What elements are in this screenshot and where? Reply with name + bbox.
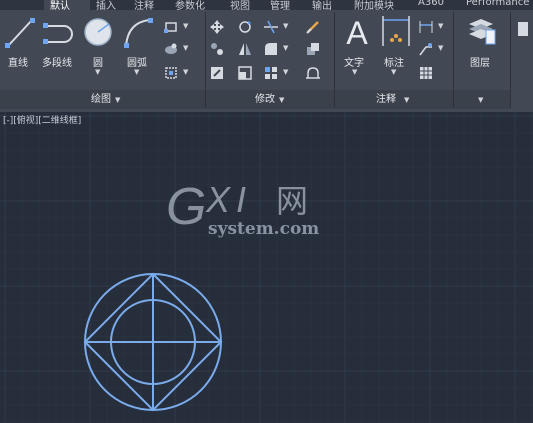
erase-icon[interactable] bbox=[306, 20, 320, 34]
hatch-dropdown-icon[interactable]: ▼ bbox=[183, 44, 188, 52]
dimension-icon[interactable] bbox=[380, 14, 412, 50]
panel-separator bbox=[334, 12, 335, 108]
tab-insert[interactable]: 插入 bbox=[96, 0, 116, 10]
array-icon[interactable] bbox=[264, 66, 278, 80]
tab-default[interactable]: 默认 bbox=[50, 0, 70, 10]
annotation-panel-title: 注释 bbox=[376, 94, 396, 105]
text-icon[interactable]: A bbox=[340, 14, 374, 50]
dimension-dropdown-icon[interactable]: ▼ bbox=[391, 68, 396, 76]
layer-properties-icon[interactable] bbox=[466, 16, 496, 48]
layers-panel-expand-icon[interactable]: ▼ bbox=[478, 96, 483, 104]
stretch-icon[interactable] bbox=[210, 66, 224, 80]
circle-icon[interactable] bbox=[82, 14, 114, 48]
trim-icon[interactable] bbox=[264, 20, 278, 34]
offset-icon[interactable] bbox=[306, 66, 320, 80]
tab-annotate[interactable]: 注释 bbox=[134, 0, 154, 10]
polyline-tool-label[interactable]: 多段线 bbox=[42, 54, 72, 69]
polyline-icon[interactable] bbox=[42, 18, 76, 50]
linear-dimension-dropdown-icon[interactable]: ▼ bbox=[438, 22, 443, 30]
array-dropdown-icon[interactable]: ▼ bbox=[283, 68, 288, 76]
panel-separator bbox=[453, 12, 454, 108]
rectangle-dropdown-icon[interactable]: ▼ bbox=[183, 22, 188, 30]
boundary-icon[interactable] bbox=[164, 66, 178, 80]
tab-view[interactable]: 视图 bbox=[230, 0, 250, 10]
fillet-dropdown-icon[interactable]: ▼ bbox=[283, 44, 288, 52]
leader-icon[interactable] bbox=[419, 42, 433, 56]
tab-manage[interactable]: 管理 bbox=[270, 0, 290, 10]
modify-panel-expand-icon[interactable]: ▼ bbox=[279, 96, 284, 104]
panel-separator bbox=[510, 12, 511, 108]
trim-dropdown-icon[interactable]: ▼ bbox=[283, 22, 288, 30]
table-icon[interactable] bbox=[419, 66, 433, 80]
tab-performance[interactable]: Performance bbox=[466, 0, 529, 8]
cad-drawing[interactable] bbox=[0, 112, 533, 423]
mirror-icon[interactable] bbox=[238, 42, 252, 56]
svg-text:A: A bbox=[346, 15, 368, 50]
line-tool-label[interactable]: 直线 bbox=[8, 54, 28, 69]
leader-dropdown-icon[interactable]: ▼ bbox=[438, 44, 443, 52]
rectangle-icon[interactable] bbox=[164, 20, 178, 34]
text-dropdown-icon[interactable]: ▼ bbox=[352, 68, 357, 76]
line-icon[interactable] bbox=[4, 16, 36, 50]
tab-parametric[interactable]: 参数化 bbox=[175, 0, 205, 10]
tab-output[interactable]: 输出 bbox=[312, 0, 332, 10]
dimension-tool-label[interactable]: 标注 bbox=[384, 54, 404, 69]
rotate-icon[interactable] bbox=[238, 20, 252, 34]
annotation-panel-expand-icon[interactable]: ▼ bbox=[404, 96, 409, 104]
arc-dropdown-icon[interactable]: ▼ bbox=[134, 68, 139, 76]
text-tool-label[interactable]: 文字 bbox=[344, 54, 364, 69]
arc-tool-label[interactable]: 圆弧 bbox=[127, 54, 147, 69]
copy-icon[interactable] bbox=[210, 42, 224, 56]
boundary-dropdown-icon[interactable]: ▼ bbox=[183, 68, 188, 76]
move-icon[interactable] bbox=[210, 20, 224, 34]
tab-a360[interactable]: A360 bbox=[418, 0, 444, 8]
arc-icon[interactable] bbox=[122, 16, 154, 50]
circle-dropdown-icon[interactable]: ▼ bbox=[95, 68, 100, 76]
ribbon-tab-bar: 默认 插入 注释 参数化 视图 管理 输出 附加模块 A360 Performa… bbox=[0, 0, 533, 10]
linear-dimension-icon[interactable] bbox=[419, 20, 433, 34]
ribbon: 默认 插入 注释 参数化 视图 管理 输出 附加模块 A360 Performa… bbox=[0, 0, 533, 112]
explode-icon[interactable] bbox=[306, 42, 320, 56]
hatch-icon[interactable] bbox=[164, 42, 178, 56]
fillet-icon[interactable] bbox=[264, 42, 278, 56]
layer-tool-label[interactable]: 图层 bbox=[470, 54, 490, 69]
next-panel-icon[interactable] bbox=[516, 20, 530, 42]
panel-separator bbox=[205, 12, 206, 108]
circle-tool-label[interactable]: 圆 bbox=[93, 54, 103, 69]
scale-icon[interactable] bbox=[238, 66, 252, 80]
draw-panel-expand-icon[interactable]: ▼ bbox=[115, 96, 120, 104]
tab-addins[interactable]: 附加模块 bbox=[354, 0, 394, 10]
